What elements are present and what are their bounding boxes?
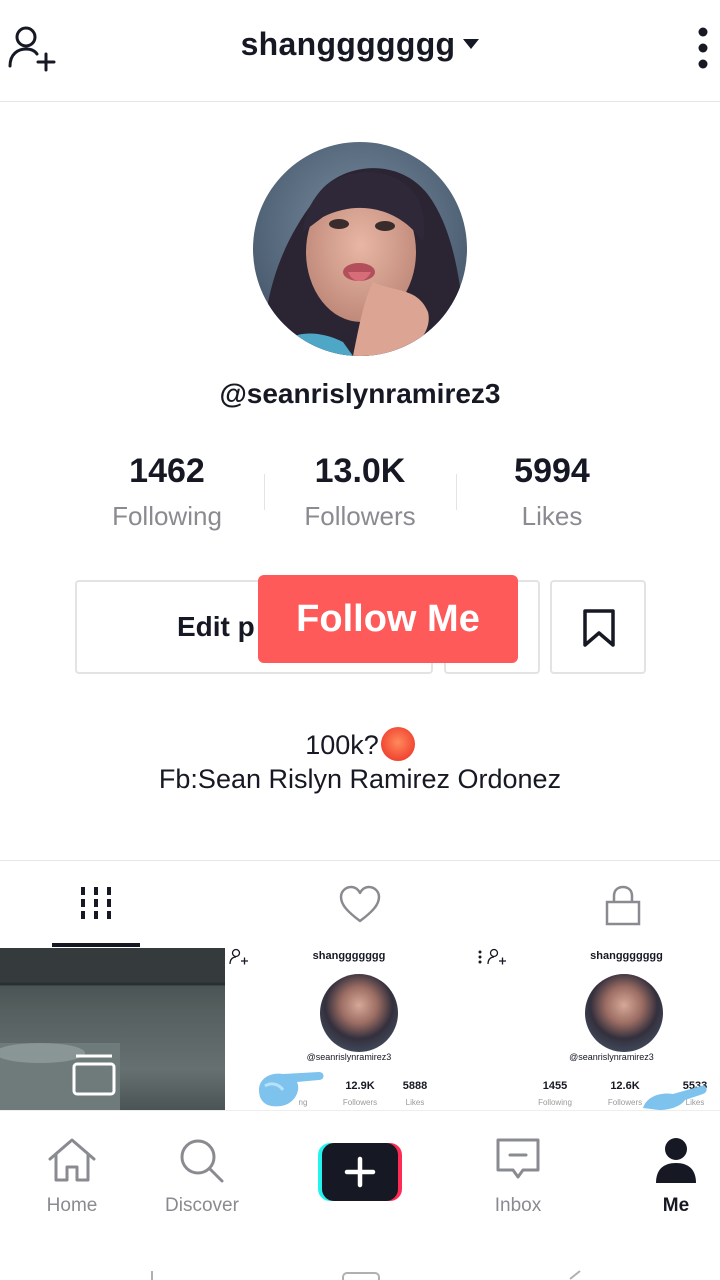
stat-followers-value: 13.0K: [314, 452, 406, 490]
thumb-avatar: [585, 974, 663, 1052]
active-tab-indicator: [52, 943, 140, 947]
pointing-hand-icon: [259, 1072, 324, 1107]
system-nav-bar: [0, 1235, 720, 1280]
nav-home-label: Home: [46, 1195, 98, 1216]
stat-following[interactable]: 1462 Following: [67, 452, 267, 532]
nav-me[interactable]: Me: [604, 1111, 720, 1236]
bottom-nav: Home Discover Inbox Me: [0, 1110, 720, 1235]
heart-icon: [339, 885, 381, 923]
thumb-stat: 12.9K: [345, 1080, 375, 1092]
stat-followers[interactable]: 13.0K Followers: [260, 452, 460, 532]
inbox-icon: [496, 1138, 540, 1179]
person-icon: [656, 1138, 696, 1183]
bio-line-2: Fb:Sean Rislyn Ramirez Ordonez: [158, 764, 562, 794]
bookmark-icon: [583, 609, 615, 647]
tab-liked[interactable]: [240, 861, 480, 949]
caret-down-icon: [463, 38, 480, 49]
angry-face-emoji-icon: [380, 727, 415, 761]
thumb-username: @seanrislynramirez3: [569, 1052, 654, 1062]
account-name: shanggggggg: [240, 26, 456, 62]
stat-following-label: Following: [112, 501, 222, 531]
room-scene-image: [0, 948, 225, 1110]
plus-icon: [344, 1156, 376, 1188]
thumb-avatar: [320, 974, 398, 1052]
search-icon: [180, 1139, 224, 1183]
nav-discover[interactable]: Discover: [130, 1111, 274, 1236]
thumb-stat-label: Following: [538, 1098, 572, 1107]
stat-followers-label: Followers: [304, 501, 416, 531]
video-grid: shanggggggg @seanrislynramirez3 12.9K 58…: [0, 948, 720, 1110]
profile-tabs: [0, 860, 720, 948]
lock-icon: [605, 885, 641, 926]
add-friend-icon: [229, 948, 248, 965]
grid-icon: [81, 887, 111, 919]
thumb-stat: 1455: [542, 1080, 568, 1092]
favorites-button[interactable]: [550, 580, 646, 674]
stat-likes[interactable]: 5994 Likes: [452, 452, 652, 532]
tab-videos[interactable]: [0, 861, 240, 949]
video-thumbnail[interactable]: shanggggggg @seanrislynramirez3 1455 12.…: [473, 948, 720, 1110]
bio-line-1-text: 100k?: [305, 730, 379, 761]
thumb-title: shanggggggg: [312, 950, 386, 962]
thumb-stat-label: Followers: [342, 1098, 378, 1107]
stat-following-value: 1462: [129, 452, 205, 490]
home-icon: [48, 1138, 96, 1182]
thumb-stat-label: Likes: [405, 1098, 425, 1107]
thumb-stat: 5888: [402, 1080, 428, 1092]
stat-likes-label: Likes: [521, 501, 583, 531]
account-switcher[interactable]: shanggggggg: [0, 26, 720, 63]
top-bar: shanggggggg: [0, 0, 720, 102]
nav-discover-label: Discover: [165, 1195, 239, 1216]
tab-private[interactable]: [480, 861, 720, 949]
follow-me-overlay: Follow Me: [258, 575, 518, 663]
system-nav-icons: [151, 1270, 581, 1280]
profile-avatar[interactable]: [253, 142, 467, 356]
create-video-button[interactable]: [318, 1143, 402, 1201]
profile-username: @seanrislynramirez3: [219, 378, 501, 409]
stat-likes-value: 5994: [514, 452, 590, 490]
video-thumbnail[interactable]: shanggggggg @seanrislynramirez3 12.9K 58…: [225, 948, 473, 1110]
more-options-icon[interactable]: [696, 26, 710, 70]
pointing-hand-icon: [643, 1085, 707, 1110]
add-friend-icon: [478, 948, 506, 965]
bio-line-1: 100k?: [0, 727, 720, 764]
nav-inbox-label: Inbox: [494, 1195, 542, 1216]
nav-home[interactable]: Home: [0, 1111, 144, 1236]
video-thumbnail[interactable]: [0, 948, 225, 1110]
nav-inbox[interactable]: Inbox: [446, 1111, 590, 1236]
nav-me-label: Me: [662, 1195, 690, 1216]
thumb-title: shanggggggg: [590, 950, 663, 962]
